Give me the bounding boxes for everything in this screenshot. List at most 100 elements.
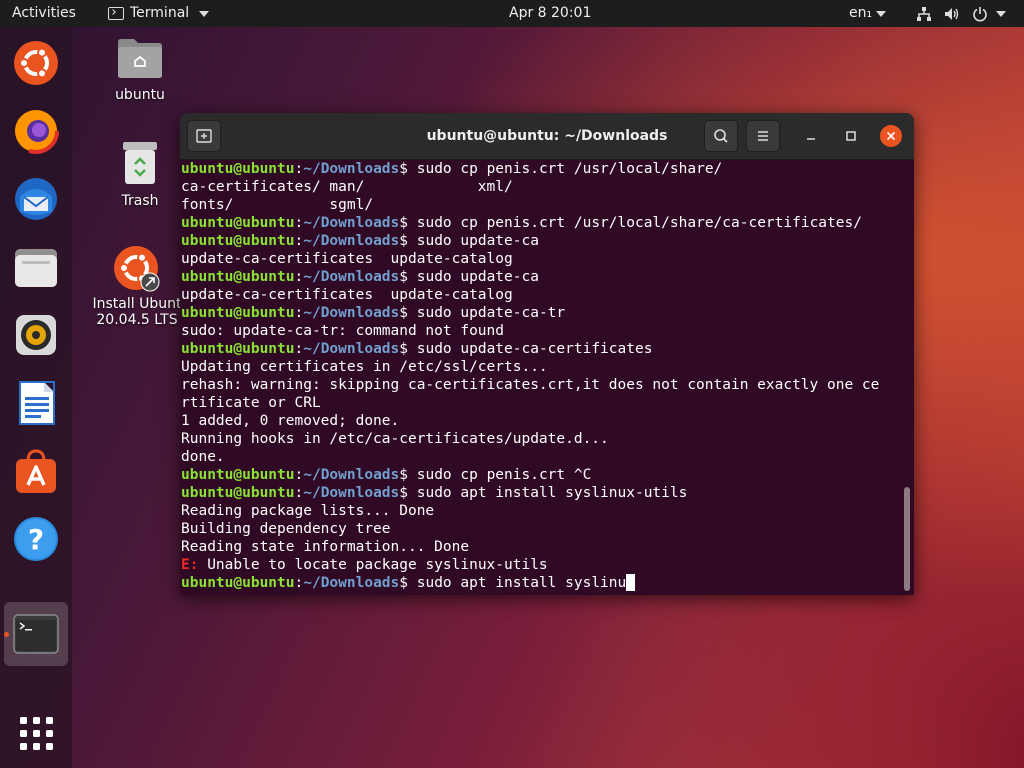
close-icon (886, 131, 896, 141)
output-text: update-ca-certificates update-catalog (181, 251, 513, 267)
prompt-path: ~/Downloads (303, 341, 400, 357)
folder-home-icon (118, 39, 162, 78)
output-text: sudo: update-ca-tr: command not found (181, 323, 505, 339)
terminal-line: Reading state information... Done (181, 538, 901, 556)
terminal-line: ubuntu@ubuntu:~/Downloads$ sudo update-c… (181, 340, 901, 358)
maximize-icon (846, 131, 856, 141)
prompt-user: ubuntu@ubuntu (181, 233, 295, 249)
top-bar: Activities Terminal Apr 8 20:01 en₁ (0, 0, 1024, 27)
output-text: rtificate or CRL (181, 395, 321, 411)
prompt-user: ubuntu@ubuntu (181, 485, 295, 501)
prompt-path: ~/Downloads (303, 233, 400, 249)
terminal-line: ubuntu@ubuntu:~/Downloads$ sudo cp penis… (181, 214, 901, 232)
software-center-icon[interactable] (12, 447, 60, 495)
app-menu[interactable]: Terminal (108, 0, 210, 27)
command-text: sudo update-ca (416, 233, 539, 249)
output-text: rehash: warning: skipping ca-certificate… (181, 377, 880, 393)
prompt-dollar: $ (399, 341, 417, 357)
search-button[interactable] (704, 120, 738, 152)
trash-icon (123, 142, 157, 184)
prompt-dollar: $ (399, 467, 417, 483)
rhythmbox-icon[interactable] (12, 311, 60, 359)
thunderbird-icon[interactable] (12, 175, 60, 223)
close-button[interactable] (880, 125, 902, 147)
firefox-icon[interactable] (12, 107, 60, 155)
language-label: en₁ (849, 5, 873, 21)
hamburger-menu-icon (758, 131, 768, 141)
command-text: sudo cp penis.crt /usr/local/share/ca-ce… (416, 215, 862, 231)
terminal-line: Running hooks in /etc/ca-certificates/up… (181, 430, 901, 448)
scrollbar[interactable] (904, 487, 910, 591)
clock[interactable]: Apr 8 20:01 (509, 0, 591, 27)
desktop-trash-label: Trash (121, 193, 159, 209)
prompt-dollar: $ (399, 485, 417, 501)
language-selector[interactable]: en₁ (849, 0, 887, 27)
command-text: sudo cp penis.crt ^C (416, 467, 592, 483)
prompt-colon: : (294, 575, 304, 591)
prompt-colon: : (294, 233, 304, 249)
dock: ? (0, 27, 72, 768)
svg-text:?: ? (28, 523, 44, 556)
help-icon[interactable]: ? (12, 515, 60, 563)
terminal-icon[interactable] (12, 610, 60, 658)
terminal-line: rtificate or CRL (181, 394, 901, 412)
activities-button[interactable]: Activities (12, 0, 76, 27)
prompt-colon: : (294, 215, 304, 231)
chevron-down-icon (996, 10, 1006, 17)
terminal-window[interactable]: ubuntu@ubuntu: ~/Downloads ubuntu@ubuntu… (180, 113, 914, 595)
libreoffice-writer-icon[interactable] (12, 379, 60, 427)
prompt-path: ~/Downloads (303, 161, 400, 177)
output-text: Updating certificates in /etc/ssl/certs.… (181, 359, 548, 375)
minimize-button[interactable] (800, 125, 822, 147)
chevron-down-icon (876, 10, 887, 17)
terminal-line: ubuntu@ubuntu:~/Downloads$ sudo cp penis… (181, 466, 901, 484)
prompt-dollar: $ (399, 215, 417, 231)
command-text: sudo update-ca-certificates (416, 341, 653, 357)
prompt-dollar: $ (399, 575, 417, 591)
show-apps-icon[interactable] (12, 709, 60, 757)
menu-button[interactable] (746, 120, 780, 152)
prompt-path: ~/Downloads (303, 269, 400, 285)
prompt-dollar: $ (399, 269, 417, 285)
output-text: Unable to locate package syslinux-utils (207, 557, 548, 573)
prompt-user: ubuntu@ubuntu (181, 341, 295, 357)
files-icon[interactable] (12, 243, 60, 291)
terminal-line: sudo: update-ca-tr: command not found (181, 322, 901, 340)
terminal-line: Updating certificates in /etc/ssl/certs.… (181, 358, 901, 376)
terminal-line: update-ca-certificates update-catalog (181, 286, 901, 304)
error-prefix: E: (181, 557, 208, 573)
output-text: 1 added, 0 removed; done. (181, 413, 400, 429)
terminal-line: ubuntu@ubuntu:~/Downloads$ sudo cp penis… (181, 160, 901, 178)
maximize-button[interactable] (840, 125, 862, 147)
output-text: Reading package lists... Done (181, 503, 435, 519)
search-icon (714, 129, 728, 143)
terminal-output[interactable]: ubuntu@ubuntu:~/Downloads$ sudo cp penis… (181, 160, 901, 592)
prompt-dollar: $ (399, 233, 417, 249)
desktop-trash[interactable]: Trash (105, 140, 175, 209)
chevron-down-icon (199, 10, 210, 17)
prompt-user: ubuntu@ubuntu (181, 467, 295, 483)
terminal-line: Building dependency tree (181, 520, 901, 538)
output-text: update-ca-certificates update-catalog (181, 287, 513, 303)
output-text: Reading state information... Done (181, 539, 470, 555)
prompt-user: ubuntu@ubuntu (181, 269, 295, 285)
running-indicator (4, 632, 9, 637)
prompt-user: ubuntu@ubuntu (181, 215, 295, 231)
command-text: sudo apt install syslinux-utils (416, 485, 688, 501)
volume-icon (945, 7, 959, 20)
ubuntu-installer-desktop-icon (114, 246, 160, 292)
terminal-line: update-ca-certificates update-catalog (181, 250, 901, 268)
desktop-install-ubuntu[interactable]: Install Ubunt 20.04.5 LTS (92, 244, 182, 328)
prompt-dollar: $ (399, 305, 417, 321)
app-menu-label: Terminal (130, 5, 190, 21)
desktop-home-folder[interactable]: ubuntu (105, 36, 175, 103)
prompt-path: ~/Downloads (303, 305, 400, 321)
title-bar[interactable]: ubuntu@ubuntu: ~/Downloads (180, 113, 914, 160)
prompt-path: ~/Downloads (303, 467, 400, 483)
output-text: done. (181, 449, 225, 465)
text-cursor (626, 574, 636, 591)
prompt-user: ubuntu@ubuntu (181, 305, 295, 321)
prompt-path: ~/Downloads (303, 215, 400, 231)
ubuntu-installer-icon[interactable] (12, 39, 60, 87)
system-menu[interactable] (916, 0, 1006, 27)
